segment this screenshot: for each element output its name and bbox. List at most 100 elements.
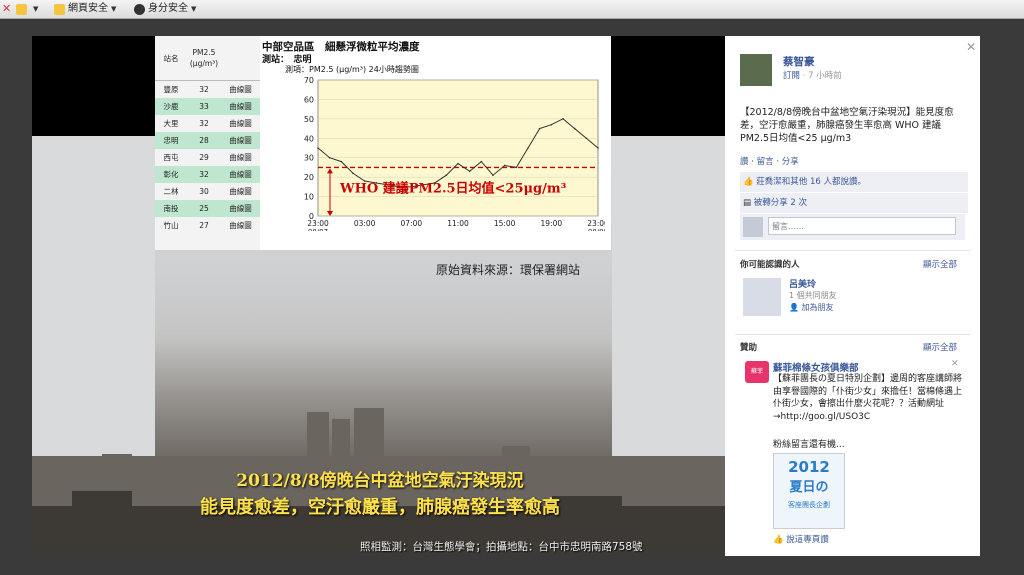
post-meta: 訂閱 · 7 小時前 <box>783 71 842 81</box>
x-tick-label: 15:00 <box>494 219 516 228</box>
station-value: 32 <box>199 85 209 94</box>
shares-text[interactable]: 被轉分享 2 次 <box>754 198 807 208</box>
sponsored-title: 贊助 <box>740 343 758 353</box>
x-date-label: 08/08 <box>588 228 605 231</box>
addon-menu-button[interactable]: ▼ <box>16 2 38 16</box>
pymk-add-button[interactable]: 👤 加為朋友 <box>789 302 834 313</box>
station-name: 二林 <box>163 187 179 196</box>
comment-input[interactable] <box>768 217 956 235</box>
ad-image-title: 夏日の <box>789 480 829 495</box>
curve-link[interactable]: 曲線圖 <box>221 169 260 180</box>
pymk-name[interactable]: 呂美玲 <box>789 277 816 290</box>
identity-security-label: 身分安全 <box>148 3 188 14</box>
ad-close-icon[interactable]: ✕ <box>951 359 959 369</box>
author-avatar[interactable] <box>740 54 772 86</box>
ad-more: 粉絲留言還有機... <box>773 440 845 450</box>
chart-subtitle: 測項：PM2.5 (μg/m³) 24小時趨勢圖 <box>285 65 419 74</box>
x-date-label: 08/07 <box>308 228 328 231</box>
pm25-line-chart: 01020304050607023:00 03:00 07:00 11:00 15:00… <box>304 76 605 231</box>
ad-logo[interactable]: 蘇菲 <box>745 361 769 383</box>
curve-link[interactable]: 曲線圖 <box>221 118 260 129</box>
table-row: 南投 25 曲線圖 <box>155 200 260 217</box>
curve-link[interactable]: 曲線圖 <box>221 152 260 163</box>
station-name: 沙鹿 <box>163 102 179 111</box>
x-tick-label: 19:00 <box>541 219 563 228</box>
close-tab-button[interactable]: ✕ <box>2 2 11 16</box>
data-point <box>515 166 518 169</box>
curve-link[interactable]: 曲線圖 <box>221 220 260 231</box>
like-link[interactable]: 讚 <box>740 157 749 167</box>
pymk-see-all[interactable]: 顯示全部 <box>923 258 957 270</box>
data-point <box>562 118 564 120</box>
station-name: 大里 <box>163 119 179 128</box>
curve-link[interactable]: 曲線圖 <box>221 203 260 214</box>
x-tick-label: 11:00 <box>447 219 469 228</box>
table-row: 大里 32 曲線圖 <box>155 115 260 132</box>
chevron-down-icon: ▼ <box>111 5 117 13</box>
ad-image[interactable]: 2012 夏日の 客座團長企劃 <box>773 453 845 529</box>
who-label: WHO 建議PM2.5日均值<25μg/m³ <box>339 181 567 197</box>
ad-text[interactable]: 【蘇菲團長の夏日特別企劃】邊周的客座講師將由享譽國際的「仆街少女」來擔任！當棉條… <box>773 373 968 423</box>
author-name[interactable]: 蔡智豪 <box>783 54 815 69</box>
pymk-add-label: 加為朋友 <box>801 303 834 312</box>
station-value: 27 <box>199 221 209 230</box>
pymk-avatar[interactable] <box>743 278 781 316</box>
web-security-button[interactable]: 網頁安全 ▼ <box>54 2 116 16</box>
data-point <box>492 174 494 176</box>
data-point <box>573 127 576 130</box>
web-security-label: 網頁安全 <box>68 3 108 14</box>
comment-link[interactable]: 留言 <box>757 157 774 167</box>
post-time: 7 小時前 <box>808 71 842 81</box>
station-name: 竹山 <box>163 221 179 230</box>
data-point <box>328 156 331 159</box>
station-name: 忠明 <box>163 136 179 145</box>
data-point <box>480 160 483 163</box>
share-link[interactable]: 分享 <box>782 157 799 167</box>
data-point <box>468 170 471 173</box>
table-row: 忠明 28 曲線圖 <box>155 132 260 149</box>
likes-bar: 👍 莊喬潔和其他 16 人都說讚。 <box>740 172 968 192</box>
curve-link[interactable]: 曲線圖 <box>221 135 260 146</box>
data-point <box>317 147 319 149</box>
ad-like-label: 說這專頁讚 <box>786 535 829 545</box>
my-avatar <box>743 217 763 237</box>
sponsored-see-all[interactable]: 顯示全部 <box>923 341 957 353</box>
data-point <box>457 162 459 165</box>
station-name: 南投 <box>163 204 179 213</box>
station-table: 站名 PM2.5 (μg/m³) 豐原 32 曲線圖 沙鹿 33 曲線圖 大里 32 曲線圖 忠明 2… <box>155 36 260 250</box>
curve-link[interactable]: 曲線圖 <box>221 84 260 95</box>
caption-line2: 能見度愈差，空汙愈嚴重，肺腺癌發生率愈高 <box>200 497 560 518</box>
y-tick-label: 40 <box>304 134 314 143</box>
table-row: 西屯 29 曲線圖 <box>155 149 260 166</box>
data-point <box>352 172 354 175</box>
shares-bar: ▤ 被轉分享 2 次 <box>740 193 968 213</box>
post-actions: 讚 · 留言 · 分享 <box>740 157 799 167</box>
header-station: 站名 <box>163 53 179 63</box>
close-viewer-icon[interactable]: ✕ <box>966 40 976 54</box>
x-tick-label: 03:00 <box>354 219 376 228</box>
pymk-title: 你可能認識的人 <box>740 260 800 270</box>
chevron-down-icon: ▼ <box>33 5 39 13</box>
likes-text[interactable]: 莊喬潔和其他 16 人都說讚。 <box>756 177 866 187</box>
curve-link[interactable]: 曲線圖 <box>221 101 260 112</box>
identity-security-button[interactable]: 身分安全 ▼ <box>134 2 196 16</box>
x-tick-label: 07:00 <box>401 219 423 228</box>
station-value: 29 <box>199 153 209 162</box>
sidebar: 蔡智豪 訂閱 · 7 小時前 【2012/8/8傍晚台中盆地空氣汙染現況】能見度… <box>725 36 980 556</box>
data-point <box>597 147 599 149</box>
station-name: 豐原 <box>163 85 179 94</box>
table-row: 豐原 32 曲線圖 <box>155 81 260 98</box>
ad-like-button[interactable]: 👍 說這專頁讚 <box>773 533 829 545</box>
y-tick-label: 50 <box>304 115 314 124</box>
caption-line1: 2012/8/8傍晚台中盆地空氣汙染現況 <box>236 471 524 491</box>
subscribe-link[interactable]: 訂閱 <box>783 71 800 81</box>
station-value: 25 <box>199 204 209 213</box>
ad-title[interactable]: 蘇菲棉條女孩俱樂部 <box>773 360 859 374</box>
data-point <box>527 147 529 149</box>
share-icon: ▤ <box>743 198 752 208</box>
table-row: 二林 30 曲線圖 <box>155 183 260 200</box>
station-value: 30 <box>199 187 209 196</box>
curve-link[interactable]: 曲線圖 <box>221 186 260 197</box>
y-tick-label: 10 <box>304 193 314 202</box>
station-value: 32 <box>199 170 209 179</box>
